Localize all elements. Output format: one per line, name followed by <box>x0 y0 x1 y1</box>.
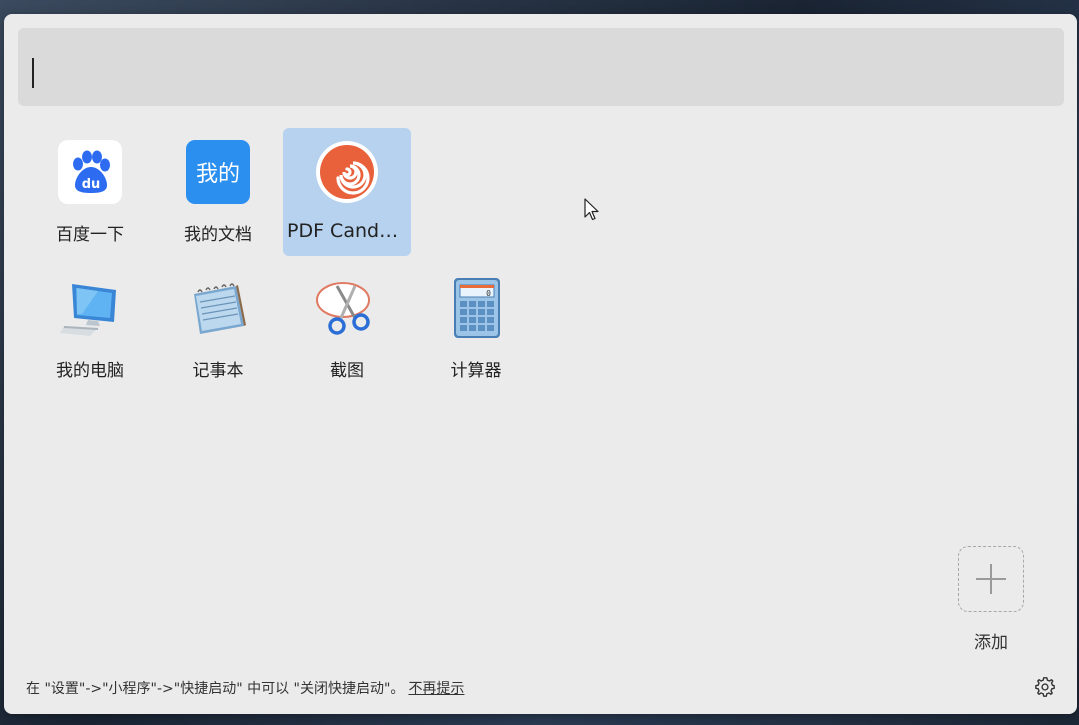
app-label: 截图 <box>330 361 364 381</box>
svg-text:0: 0 <box>486 289 491 298</box>
app-label: 我的电脑 <box>56 361 124 381</box>
no-remind-link[interactable]: 不再提示 <box>408 681 464 697</box>
app-label: 记事本 <box>192 361 244 381</box>
quick-launch-panel: du 百度一下 我的 我的文档 PDF Candy ... 我的电脑 记事本 截… <box>4 14 1077 714</box>
notepad-icon <box>186 276 250 340</box>
search-input[interactable] <box>18 28 1064 106</box>
app-tile-notepad[interactable]: 记事本 <box>154 264 282 392</box>
footer-hint-text: 在 "设置"->"小程序"->"快捷启动" 中可以 "关闭快捷启动"。 <box>26 681 405 697</box>
plus-icon <box>976 564 1006 594</box>
app-tile-snipping[interactable]: 截图 <box>283 264 411 392</box>
footer-hint: 在 "设置"->"小程序"->"快捷启动" 中可以 "关闭快捷启动"。 不再提示 <box>26 678 464 698</box>
app-label: 百度一下 <box>56 225 124 245</box>
pdf-candy-icon <box>315 140 379 204</box>
text-caret <box>32 58 34 88</box>
svg-text:du: du <box>82 177 101 192</box>
scissors-icon <box>315 276 379 340</box>
my-documents-icon-text: 我的 <box>196 162 240 187</box>
mouse-cursor <box>584 198 600 226</box>
add-app-label: 添加 <box>974 633 1008 653</box>
my-documents-icon: 我的 <box>186 140 250 204</box>
app-tile-baidu[interactable]: du 百度一下 <box>26 128 154 256</box>
app-tile-my-computer[interactable]: 我的电脑 <box>26 264 154 392</box>
app-tile-my-documents[interactable]: 我的 我的文档 <box>154 128 282 256</box>
calculator-icon: 0 <box>444 276 508 340</box>
app-tile-calculator[interactable]: 0 计算器 <box>412 264 540 392</box>
computer-icon <box>58 276 122 340</box>
add-app-button[interactable] <box>958 546 1024 612</box>
app-tile-pdf-candy[interactable]: PDF Candy ... <box>283 128 411 256</box>
baidu-icon: du <box>58 140 122 204</box>
app-label: PDF Candy ... <box>287 220 411 242</box>
search-bar[interactable] <box>18 28 1064 106</box>
app-label: 计算器 <box>450 361 502 381</box>
gear-icon[interactable] <box>1034 676 1056 698</box>
app-label: 我的文档 <box>184 225 252 245</box>
